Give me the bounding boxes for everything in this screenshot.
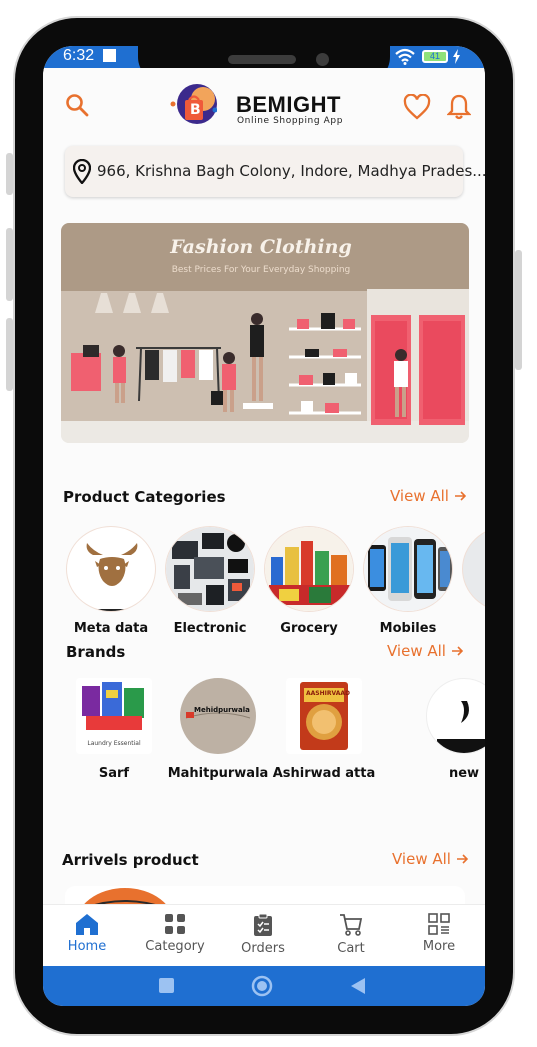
battery-icon: 41 xyxy=(422,50,448,63)
home-icon xyxy=(76,914,98,935)
location-pin-icon xyxy=(73,159,91,184)
category-image xyxy=(66,526,156,612)
charging-icon xyxy=(453,49,460,64)
category-item-electronic[interactable]: Electronic xyxy=(165,526,255,636)
new-brand-logo xyxy=(437,701,485,753)
brand-label: new xyxy=(448,766,480,781)
brand-caption: AASHIRVAAD xyxy=(306,690,350,697)
category-label: Mobiles xyxy=(379,621,437,636)
brand-image: Laundry Essential xyxy=(76,678,152,754)
grid-icon xyxy=(165,914,185,934)
app-name: BEMIGHT xyxy=(236,92,341,117)
nav-label: Home xyxy=(67,939,107,954)
nav-label: Category xyxy=(145,939,205,954)
nav-home[interactable]: Home xyxy=(43,913,131,954)
category-label: Grocery xyxy=(280,621,338,636)
brand-item-mahitpurwala[interactable]: Mehidpurwala Mahitpurwala xyxy=(168,678,268,781)
home-circle-icon[interactable] xyxy=(251,975,273,997)
nav-label: More xyxy=(422,939,456,954)
category-image xyxy=(363,526,453,612)
clipboard-icon xyxy=(254,913,272,936)
category-item-partial[interactable]: F xyxy=(462,526,485,636)
category-image xyxy=(264,526,354,612)
front-camera xyxy=(316,53,329,66)
brand-label: Mahitpurwala xyxy=(167,766,269,781)
category-image xyxy=(165,526,255,612)
nav-category[interactable]: Category xyxy=(131,913,219,954)
categories-view-all-link[interactable]: View All xyxy=(390,487,466,505)
search-icon[interactable] xyxy=(65,93,89,117)
nav-cart[interactable]: Cart xyxy=(307,913,395,956)
phone-screen: 6:32 41 B BEMIGHT Online Shopping App 96… xyxy=(43,46,485,1006)
wishlist-heart-icon[interactable] xyxy=(403,94,431,120)
arrow-right-icon xyxy=(451,646,463,656)
category-label: Electronic xyxy=(173,621,247,636)
nav-more[interactable]: More xyxy=(395,913,483,954)
category-item-grocery[interactable]: Grocery xyxy=(264,526,354,636)
category-image xyxy=(462,526,485,612)
nav-orders[interactable]: Orders xyxy=(219,913,307,956)
delivery-address-bar[interactable]: 966, Krishna Bagh Colony, Indore, Madhya… xyxy=(65,146,485,197)
cart-icon xyxy=(340,914,363,936)
brand-item-new[interactable]: new xyxy=(414,678,485,781)
bottom-navigation: Home Category Orders Cart More xyxy=(43,904,485,966)
brands-view-all-link[interactable]: View All xyxy=(387,642,463,660)
nav-label: Orders xyxy=(241,941,285,956)
arrow-right-icon xyxy=(456,854,468,864)
category-label: F xyxy=(457,621,485,636)
detergent-image xyxy=(82,682,144,730)
volume-up-button xyxy=(6,153,13,195)
brand-label: Ashirwad atta xyxy=(272,766,376,781)
bull-head-icon xyxy=(86,543,138,611)
status-time: 6:32 xyxy=(63,47,95,64)
mobiles-image xyxy=(364,527,452,611)
back-triangle-icon[interactable] xyxy=(350,977,366,995)
brand-caption: Laundry Essential xyxy=(87,740,141,747)
brand-image: AASHIRVAAD xyxy=(286,678,362,754)
category-item-mobiles[interactable]: Mobiles xyxy=(363,526,453,636)
brand-image: Mehidpurwala xyxy=(180,678,256,754)
brand-item-ashirwad-atta[interactable]: AASHIRVAAD Ashirwad atta xyxy=(273,678,375,781)
more-grid-icon xyxy=(428,913,450,935)
volume-down-button xyxy=(6,228,13,301)
grocery-image xyxy=(265,527,353,611)
logo-letter: B xyxy=(190,102,201,118)
view-all-label: View All xyxy=(387,642,446,660)
wifi-icon xyxy=(395,48,415,65)
speaker-grille xyxy=(228,55,296,64)
brand-caption: Mehidpurwala xyxy=(194,706,250,714)
brand-label: Sarf xyxy=(98,766,130,781)
recents-button[interactable] xyxy=(159,978,174,993)
view-all-label: View All xyxy=(390,487,449,505)
power-button xyxy=(515,250,522,370)
arrivals-section-title: Arrivels product xyxy=(62,851,199,869)
categories-section-title: Product Categories xyxy=(63,488,226,506)
view-all-label: View All xyxy=(392,850,451,868)
brand-image xyxy=(426,678,485,754)
system-navigation-bar xyxy=(43,966,485,1006)
electronics-image xyxy=(166,527,254,611)
banner-title: Fashion Clothing xyxy=(170,236,352,258)
app-header: B BEMIGHT Online Shopping App xyxy=(43,68,485,148)
brand-item-sarf[interactable]: Laundry Essential Sarf xyxy=(64,678,164,781)
address-text: 966, Krishna Bagh Colony, Indore, Madhya… xyxy=(97,162,485,180)
category-item-meta-data[interactable]: Meta data xyxy=(66,526,156,636)
banner-subtitle: Best Prices For Your Everyday Shopping xyxy=(171,265,351,275)
brands-section-title: Brands xyxy=(66,643,126,661)
arrivals-view-all-link[interactable]: View All xyxy=(392,850,468,868)
category-label: Meta data xyxy=(73,621,149,636)
mute-button xyxy=(6,318,13,391)
notification-bell-icon[interactable] xyxy=(447,94,471,121)
arrow-right-icon xyxy=(454,491,466,501)
nav-label: Cart xyxy=(337,941,365,956)
notification-icon xyxy=(103,49,116,62)
promo-banner[interactable]: Fashion Clothing Best Prices For Your Ev… xyxy=(61,223,469,443)
mehidpurwala-logo xyxy=(185,712,251,719)
app-tagline: Online Shopping App xyxy=(237,116,344,126)
